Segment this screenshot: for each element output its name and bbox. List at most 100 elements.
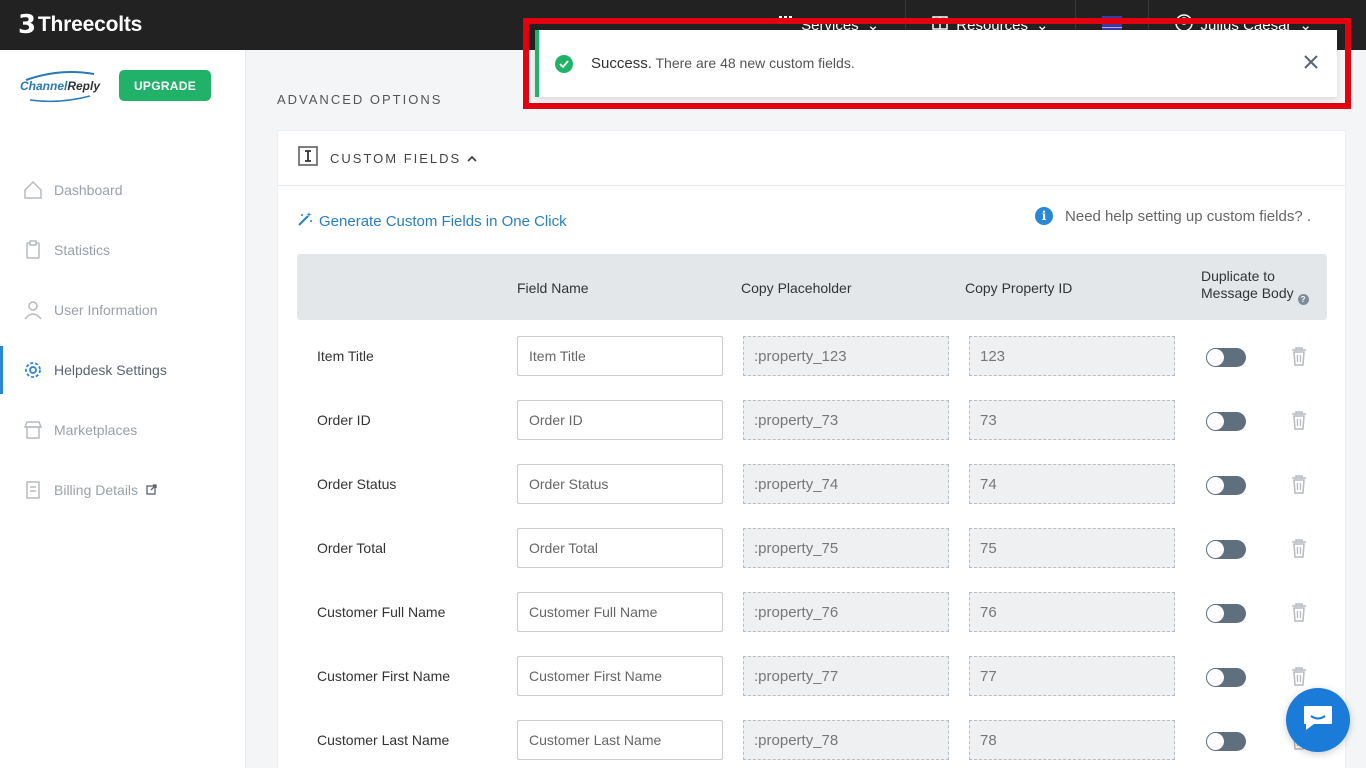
copy-property-id-field[interactable]: 78 [969, 720, 1175, 760]
sidebar-item-marketplaces[interactable]: Marketplaces [0, 400, 246, 460]
field-name-input[interactable]: Customer First Name [517, 656, 723, 696]
section-title: ADVANCED OPTIONS [277, 92, 443, 107]
field-name-input[interactable]: Order Status [517, 464, 723, 504]
trash-icon[interactable] [1291, 666, 1307, 691]
chevron-up-icon [467, 149, 477, 167]
sidebar-item-user-information[interactable]: User Information [0, 280, 246, 340]
trash-icon[interactable] [1291, 474, 1307, 499]
upgrade-button[interactable]: UPGRADE [119, 70, 211, 101]
field-name-input[interactable]: Customer Last Name [517, 720, 723, 760]
close-icon[interactable] [1303, 54, 1319, 75]
sidebar-item-label: User Information [54, 302, 158, 318]
sidebar: ChannelReply UPGRADE Dashboard Statistic… [0, 50, 246, 768]
duplicate-toggle[interactable] [1206, 348, 1246, 367]
text-cursor-icon [298, 145, 318, 171]
custom-fields-header[interactable]: CUSTOM FIELDS [278, 131, 1345, 186]
table-row: Customer Full Name Customer Full Name :p… [297, 576, 1327, 640]
copy-property-id-field[interactable]: 123 [969, 336, 1175, 376]
panel-title: CUSTOM FIELDS [330, 150, 462, 166]
copy-placeholder-field[interactable]: :property_74 [743, 464, 949, 504]
sidebar-item-statistics[interactable]: Statistics [0, 220, 246, 280]
table-row: Order Total Order Total :property_75 75 [297, 512, 1327, 576]
copy-property-id-field[interactable]: 75 [969, 528, 1175, 568]
row-label: Customer Last Name [317, 732, 450, 748]
trash-icon[interactable] [1291, 538, 1307, 563]
sidebar-nav: Dashboard Statistics User Information He… [0, 160, 246, 520]
gear-icon [22, 359, 44, 381]
receipt-icon [22, 479, 44, 501]
copy-property-id-field[interactable]: 73 [969, 400, 1175, 440]
copy-placeholder-field[interactable]: :property_73 [743, 400, 949, 440]
generate-custom-fields-link[interactable]: Generate Custom Fields in One Click [297, 211, 567, 231]
column-header-field-name: Field Name [517, 280, 589, 296]
toast-title: Success. [591, 55, 652, 72]
table-row: Customer First Name Customer First Name … [297, 640, 1327, 704]
threecolts-logo-mark: 3 [18, 10, 36, 40]
trash-icon[interactable] [1291, 346, 1307, 371]
column-header-copy-placeholder: Copy Placeholder [741, 280, 852, 296]
external-link-icon [146, 482, 157, 498]
help-text: Need help setting up custom fields? . [1065, 207, 1311, 225]
home-icon [22, 179, 44, 201]
trash-icon[interactable] [1291, 602, 1307, 627]
duplicate-toggle[interactable] [1206, 604, 1246, 623]
help-link[interactable]: i Need help setting up custom fields? . [1035, 207, 1311, 225]
field-name-input[interactable]: Customer Full Name [517, 592, 723, 632]
row-label: Order Status [317, 476, 397, 492]
info-icon: i [1035, 207, 1054, 225]
brand-name: Threecolts [37, 13, 143, 36]
check-circle-icon [555, 54, 573, 73]
chat-icon [1302, 704, 1334, 737]
copy-property-id-field[interactable]: 76 [969, 592, 1175, 632]
duplicate-header-line1: Duplicate to [1201, 268, 1275, 284]
copy-placeholder-field[interactable]: :property_75 [743, 528, 949, 568]
channelreply-wordmark: ChannelReply [20, 79, 101, 93]
table-row: Customer Last Name Customer Last Name :p… [297, 704, 1327, 768]
trash-icon[interactable] [1291, 410, 1307, 435]
row-label: Customer First Name [317, 668, 451, 684]
duplicate-toggle[interactable] [1206, 412, 1246, 431]
sidebar-item-label: Billing Details [54, 482, 139, 498]
help-icon[interactable]: ? [1297, 294, 1309, 305]
chat-launcher-button[interactable] [1286, 688, 1350, 752]
table-header: Field Name Copy Placeholder Copy Propert… [297, 254, 1327, 320]
duplicate-header-line2: Message Body [1201, 285, 1294, 301]
column-header-copy-property-id: Copy Property ID [965, 280, 1073, 296]
duplicate-toggle[interactable] [1206, 476, 1246, 495]
field-name-input[interactable]: Order ID [517, 400, 723, 440]
row-label: Order ID [317, 412, 371, 428]
table-row: Order ID Order ID :property_73 73 [297, 384, 1327, 448]
field-name-input[interactable]: Item Title [517, 336, 723, 376]
sidebar-item-label: Dashboard [54, 182, 123, 198]
sidebar-item-label: Statistics [54, 242, 111, 258]
copy-placeholder-field[interactable]: :property_78 [743, 720, 949, 760]
channelreply-logo[interactable]: ChannelReply [20, 70, 100, 106]
row-label: Item Title [317, 348, 374, 364]
duplicate-toggle[interactable] [1206, 540, 1246, 559]
column-header-duplicate: Duplicate to Message Body? [1201, 268, 1309, 305]
duplicate-toggle[interactable] [1206, 668, 1246, 687]
copy-placeholder-field[interactable]: :property_76 [743, 592, 949, 632]
copy-placeholder-field[interactable]: :property_77 [743, 656, 949, 696]
toast-message: Success. There are 48 new custom fields. [591, 55, 855, 72]
generate-link-label: Generate Custom Fields in One Click [319, 212, 567, 230]
table-row: Item Title Item Title :property_123 123 [297, 320, 1327, 384]
field-name-input[interactable]: Order Total [517, 528, 723, 568]
sidebar-item-label: Helpdesk Settings [54, 362, 167, 378]
sidebar-item-helpdesk-settings[interactable]: Helpdesk Settings [0, 340, 246, 400]
store-icon [22, 419, 44, 441]
clipboard-icon [22, 239, 44, 261]
duplicate-toggle[interactable] [1206, 732, 1246, 751]
row-label: Customer Full Name [317, 604, 446, 620]
copy-placeholder-field[interactable]: :property_123 [743, 336, 949, 376]
sidebar-item-label: Marketplaces [54, 422, 138, 438]
main-content: ADVANCED OPTIONS CUSTOM FIELDS Generate … [247, 50, 1366, 768]
sidebar-item-dashboard[interactable]: Dashboard [0, 160, 246, 220]
row-label: Order Total [317, 540, 386, 556]
copy-property-id-field[interactable]: 74 [969, 464, 1175, 504]
copy-property-id-field[interactable]: 77 [969, 656, 1175, 696]
sidebar-item-billing-details[interactable]: Billing Details [0, 460, 246, 520]
table-row: Order Status Order Status :property_74 7… [297, 448, 1327, 512]
threecolts-logo[interactable]: 3 Threecolts [18, 10, 142, 40]
custom-fields-panel: CUSTOM FIELDS Generate Custom Fields in … [277, 130, 1346, 768]
